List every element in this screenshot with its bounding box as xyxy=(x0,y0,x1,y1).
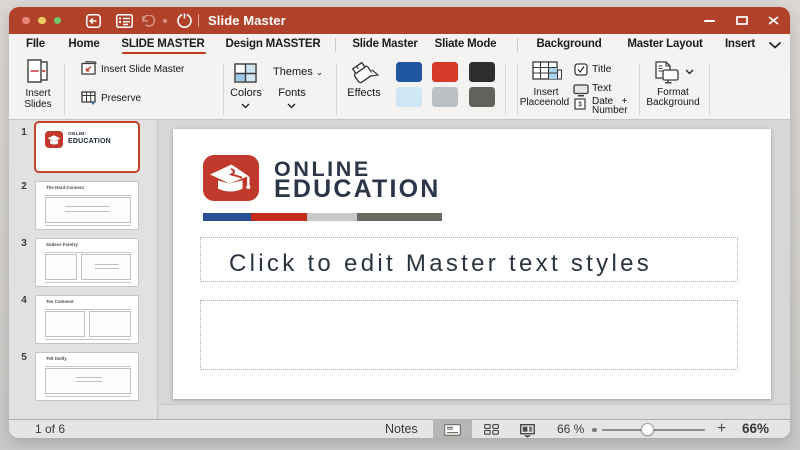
svg-text:3: 3 xyxy=(578,102,582,109)
